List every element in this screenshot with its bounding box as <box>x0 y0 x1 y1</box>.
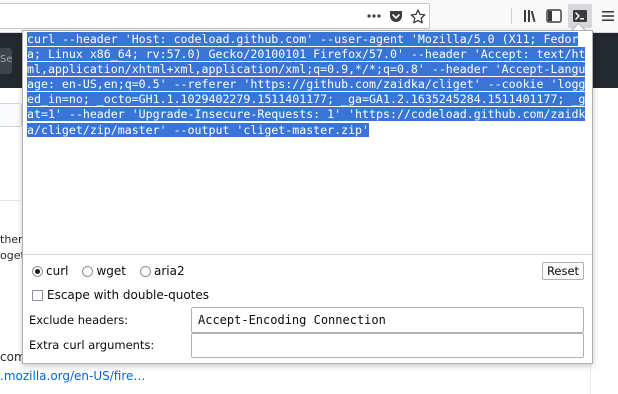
page-search-input[interactable]: Sea <box>0 48 12 74</box>
tool-radio-curl[interactable] <box>32 265 43 277</box>
extra-args-label: Extra curl arguments: <box>29 338 155 352</box>
page-text-fragment: ther <box>0 233 23 246</box>
tool-label-aria2: aria2 <box>154 264 185 278</box>
exclude-headers-input[interactable]: Accept-Encoding Connection <box>191 307 584 333</box>
page-watch-button[interactable] <box>0 103 22 127</box>
popup-divider <box>23 254 592 255</box>
tool-label-curl: curl <box>46 264 69 278</box>
toolbar-separator <box>511 8 512 24</box>
library-icon[interactable] <box>522 7 540 25</box>
cliget-popup: curl --header 'Host: codeload.github.com… <box>22 30 593 364</box>
more-actions-icon[interactable] <box>365 8 383 24</box>
tool-radio-wget[interactable] <box>82 265 94 277</box>
menu-icon[interactable] <box>599 7 617 25</box>
tool-selector: curl wget aria2 <box>32 263 199 279</box>
sidebar-icon[interactable] <box>545 7 563 25</box>
radio-selected-dot <box>35 268 40 274</box>
page-link[interactable]: .mozilla.org/en-US/fire… <box>0 369 145 383</box>
command-text-selected: curl --header 'Host: codeload.github.com… <box>27 32 586 137</box>
escape-option: Escape with double-quotes <box>32 287 209 303</box>
escape-checkbox[interactable] <box>32 289 43 301</box>
bookmark-star-icon[interactable] <box>409 7 427 25</box>
pocket-icon[interactable] <box>388 8 404 24</box>
tool-label-wget: wget <box>96 264 127 278</box>
browser-window: Sea ther oget com .mozilla.org/en-US/fir… <box>0 0 618 394</box>
escape-label: Escape with double-quotes <box>47 288 210 302</box>
browser-toolbar <box>0 0 618 33</box>
exclude-headers-label: Exclude headers: <box>29 313 129 327</box>
reset-button[interactable]: Reset <box>542 262 584 280</box>
command-output[interactable]: curl --header 'Host: codeload.github.com… <box>25 32 590 253</box>
page-search-placeholder: Sea <box>0 54 12 65</box>
extra-args-input[interactable] <box>191 333 584 358</box>
curl-extension-icon[interactable] <box>571 7 589 25</box>
tool-radio-aria2[interactable] <box>140 265 152 277</box>
page-divider <box>0 200 20 201</box>
